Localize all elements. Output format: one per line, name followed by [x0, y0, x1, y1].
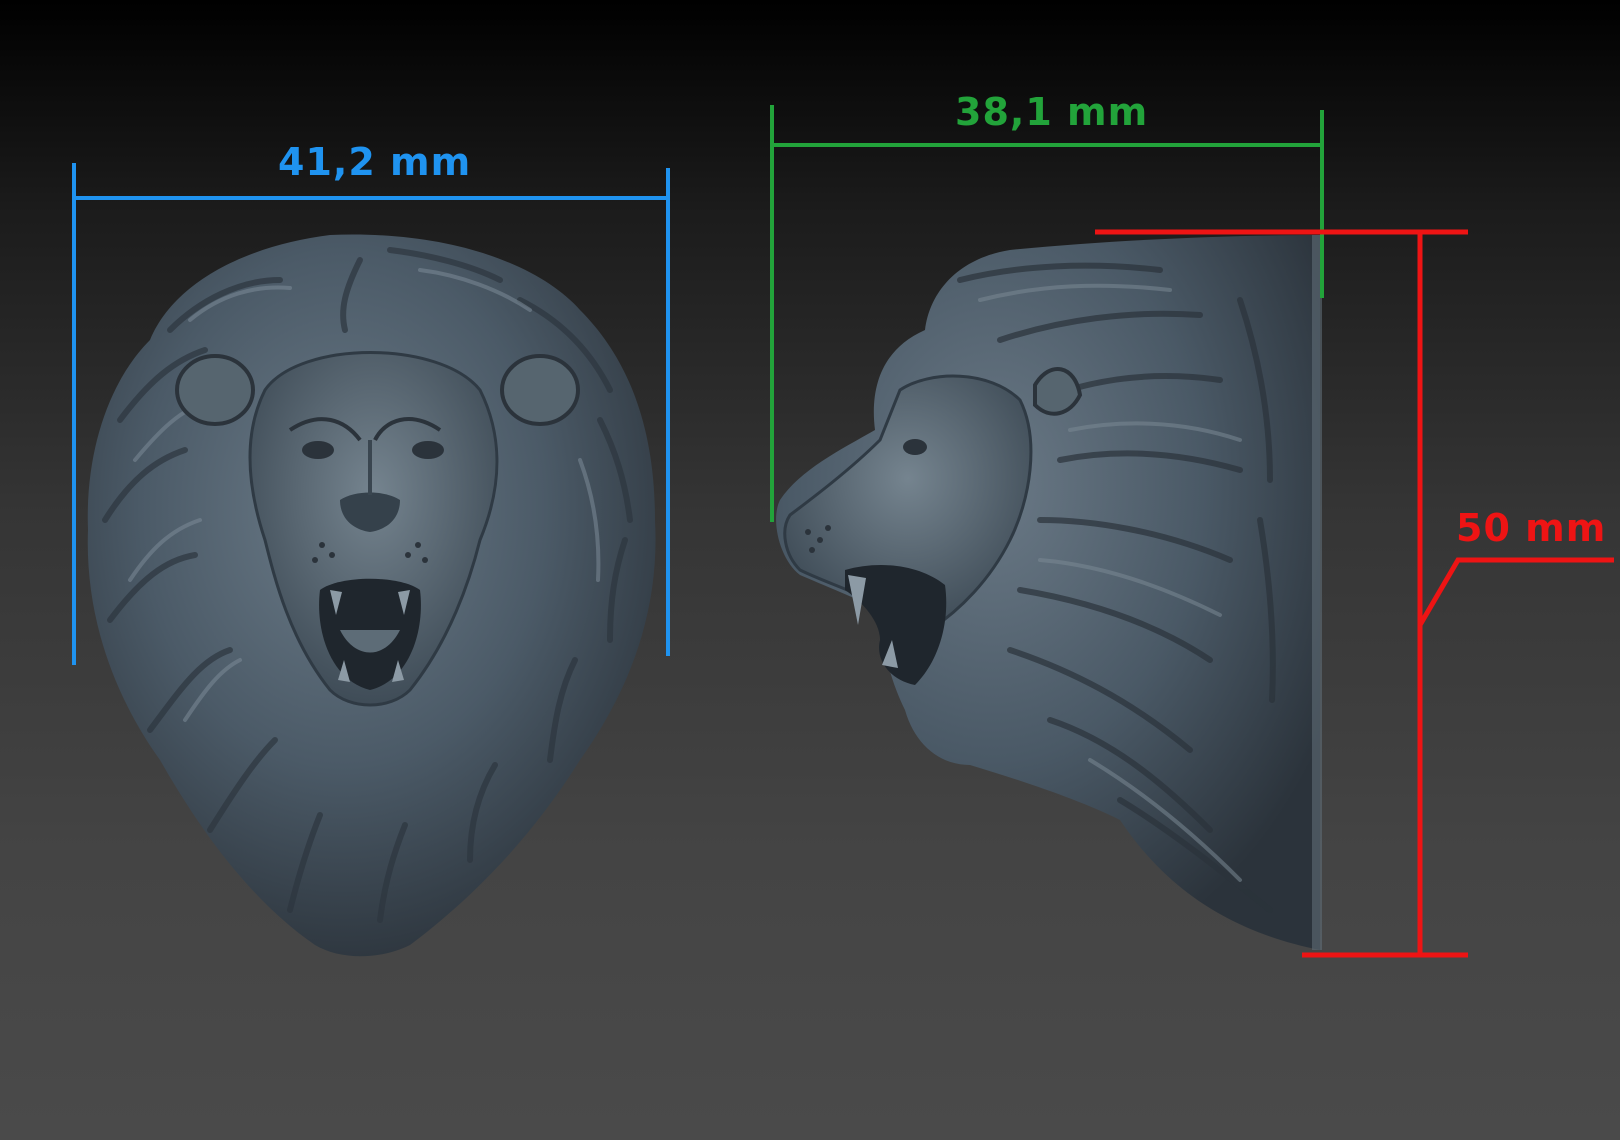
lion-side-view — [776, 235, 1322, 950]
dimension-sheet: 41,2 mm 38,1 mm 50 mm — [0, 0, 1620, 1140]
height-label: 50 mm — [1456, 506, 1607, 550]
front-width-label: 41,2 mm — [278, 140, 472, 184]
side-depth-label: 38,1 mm — [955, 90, 1149, 134]
side-eye — [903, 439, 927, 455]
front-eye-left — [302, 441, 334, 459]
front-ear-right — [500, 354, 580, 426]
front-ear-left — [175, 354, 255, 426]
lion-front-view — [87, 234, 656, 957]
side-ear — [1033, 367, 1083, 416]
render-canvas — [72, 105, 1614, 958]
front-eye-right — [412, 441, 444, 459]
